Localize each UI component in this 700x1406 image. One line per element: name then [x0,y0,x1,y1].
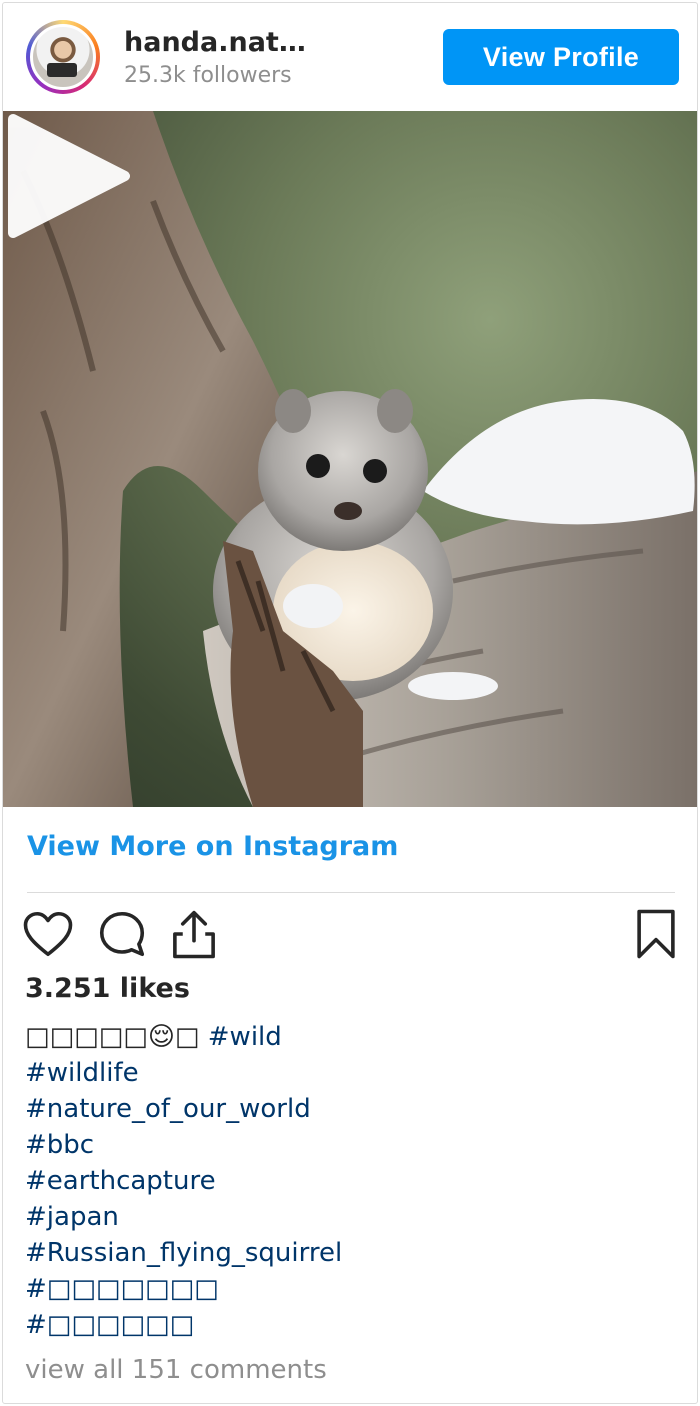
hashtag-link[interactable]: #japan [25,1202,119,1232]
divider [27,892,675,893]
hashtag-link[interactable]: #□□□□□□□ [25,1274,219,1304]
hashtag-link[interactable]: #earthcapture [25,1166,216,1196]
caption-line: □□□□□😌□ #wild [25,1019,675,1055]
view-profile-button[interactable]: View Profile [443,29,679,85]
hashtag-link[interactable]: #□□□□□□ [25,1310,194,1340]
hashtag-link[interactable]: #wildlife [25,1058,139,1088]
post-header: handa.nat… 25.3k followers View Profile [3,3,697,111]
post-caption: □□□□□😌□ #wild #wildlife #nature_of_our_w… [25,1019,675,1343]
share-icon[interactable] [167,907,221,961]
hashtag-link[interactable]: #nature_of_our_world [25,1094,311,1124]
action-bar [3,907,697,967]
avatar[interactable] [26,20,100,94]
view-all-comments-link[interactable]: view all 151 comments [25,1355,327,1385]
follower-count: 25.3k followers [124,63,292,88]
view-more-link[interactable]: View More on Instagram [27,831,398,862]
hashtag-link[interactable]: #Russian_flying_squirrel [25,1238,342,1268]
instagram-embed-card: handa.nat… 25.3k followers View Profile [2,2,698,1404]
like-count[interactable]: 3.251 likes [25,973,190,1004]
play-icon[interactable] [3,111,133,241]
hashtag-link[interactable]: #bbc [25,1130,94,1160]
bookmark-icon[interactable] [629,907,683,961]
post-video[interactable] [3,111,697,807]
hashtag-link[interactable]: #wild [208,1022,282,1052]
caption-text: □□□□□😌□ [25,1022,200,1052]
username[interactable]: handa.nat… [124,27,306,58]
avatar-image [30,24,96,90]
comment-icon[interactable] [95,907,149,961]
heart-icon[interactable] [21,907,75,961]
